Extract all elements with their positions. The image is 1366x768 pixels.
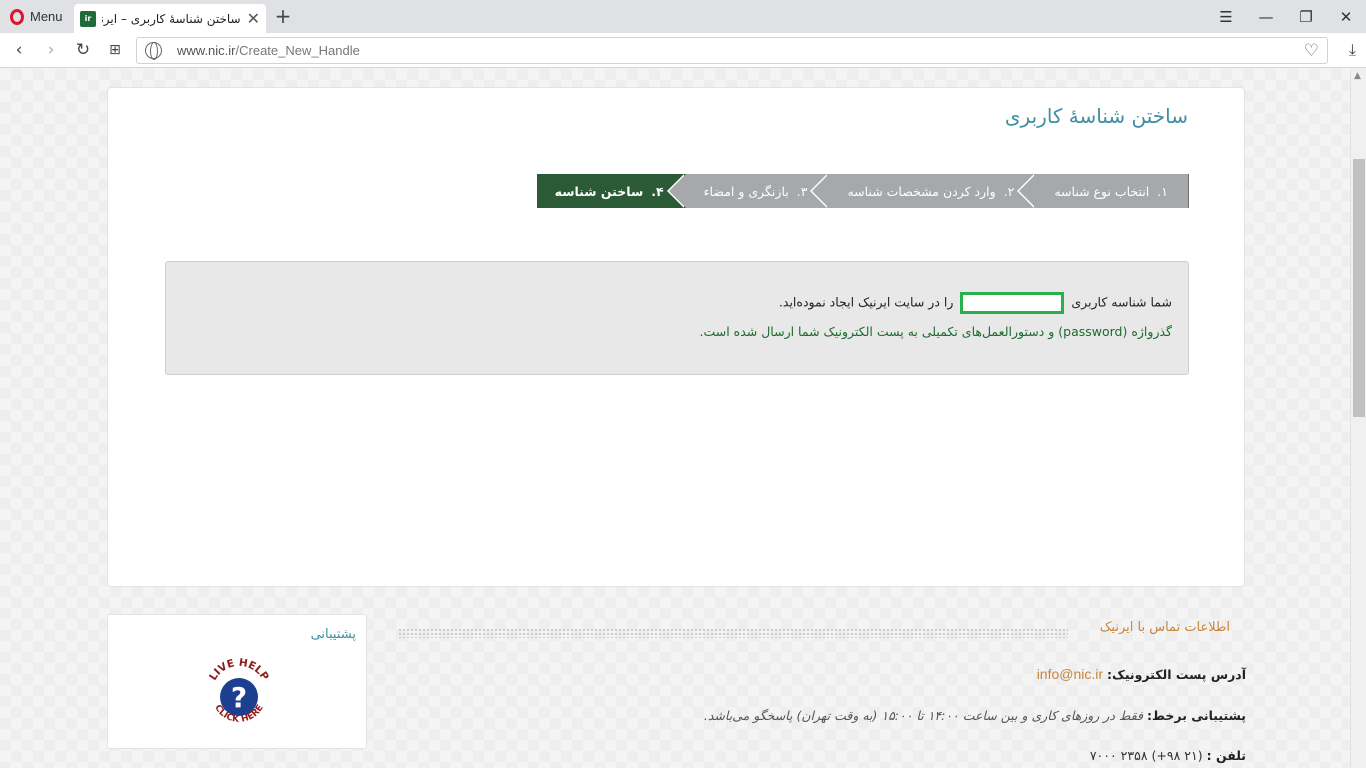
page-viewport: ساختن شناسهٔ کاربری ۱. انتخاب نوع شناسه … (0, 69, 1350, 768)
close-window-icon[interactable]: ✕ (1326, 0, 1366, 33)
dotted-divider (398, 628, 1068, 638)
step-create-handle: ۴. ساختن شناسه (536, 174, 686, 208)
download-icon[interactable]: ⤓ (1349, 40, 1356, 60)
address-bar[interactable]: www.nic.ir/Create_New_Handle ♡ (136, 37, 1328, 64)
scroll-thumb[interactable] (1353, 159, 1365, 417)
step-choose-type: ۱. انتخاب نوع شناسه (1017, 174, 1189, 208)
support-title: پشتیبانی (310, 627, 356, 642)
nic-favicon-icon: ir (80, 10, 96, 27)
scroll-up-arrow-icon[interactable]: ▲ (1354, 71, 1361, 81)
main-content-card: ساختن شناسهٔ کاربری ۱. انتخاب نوع شناسه … (107, 87, 1245, 587)
opera-logo-icon (10, 8, 24, 25)
tab-title: ساختن شناسهٔ کاربری – ایرنیک (102, 11, 241, 26)
password-sent-message: گذرواژه (password) و دستورالعمل‌های تکمی… (699, 324, 1172, 339)
forward-arrow-icon[interactable]: › (40, 40, 62, 60)
contact-phone-row: تلفن : (۲۱ ۹۸+) ۲۳۵۸ ۷۰۰۰ (1089, 748, 1246, 763)
contact-info-section: اطلاعات تماس با ایرنیک آدرس پست الکترونی… (390, 614, 1250, 768)
masked-handle-id (960, 292, 1065, 314)
speed-dial-grid-icon[interactable]: ⊞ (104, 40, 126, 60)
browser-nav-bar: ‹ › ↻ ⊞ www.nic.ir/Create_New_Handle ♡ ⤓ (0, 33, 1366, 68)
bookmark-heart-icon[interactable]: ♡ (1304, 41, 1319, 61)
window-controls: ☰ — ❐ ✕ (1206, 0, 1366, 33)
minimize-icon[interactable]: — (1246, 0, 1286, 33)
contact-email-link[interactable]: info@nic.ir (1037, 666, 1103, 682)
live-help-badge-icon[interactable]: ? LIVE HELP CLICK HERE (202, 657, 276, 737)
opera-menu-button[interactable]: Menu (4, 4, 68, 29)
tab-close-icon[interactable]: ✕ (247, 10, 260, 27)
contact-heading: اطلاعات تماس با ایرنیک (1099, 620, 1230, 635)
contact-support-row: پشتیبانی برخط: فقط در روزهای کاری و بین … (703, 708, 1246, 723)
support-card: پشتیبانی ? LIVE HELP CLICK HERE (107, 614, 367, 749)
page-title: ساختن شناسهٔ کاربری (1004, 104, 1188, 128)
browser-tab-bar: Menu ir ساختن شناسهٔ کاربری – ایرنیک ✕ +… (0, 0, 1366, 33)
step-review-sign: ۳. بازنگری و امضاء (666, 174, 830, 208)
new-tab-plus-icon[interactable]: + (272, 4, 294, 28)
globe-icon (145, 42, 162, 60)
reload-icon[interactable]: ↻ (72, 40, 94, 60)
browser-tab-active[interactable]: ir ساختن شناسهٔ کاربری – ایرنیک ✕ (74, 4, 266, 33)
step-enter-details: ۲. وارد کردن مشخصات شناسه (810, 174, 1037, 208)
easy-setup-icon[interactable]: ☰ (1206, 0, 1246, 33)
restore-icon[interactable]: ❐ (1286, 0, 1326, 33)
back-arrow-icon[interactable]: ‹ (8, 40, 30, 60)
success-message-line: شما شناسه کاربری را در سایت ایرنیک ایجاد… (779, 292, 1172, 314)
live-help-question-mark: ? (231, 681, 247, 714)
wizard-steps: ۱. انتخاب نوع شناسه ۲. وارد کردن مشخصات … (536, 174, 1189, 208)
success-message-box: شما شناسه کاربری را در سایت ایرنیک ایجاد… (165, 261, 1189, 375)
url-text[interactable]: www.nic.ir/Create_New_Handle (177, 43, 360, 58)
menu-label: Menu (30, 9, 63, 24)
contact-email-row: آدرس پست الکترونیک: info@nic.ir (1036, 666, 1246, 682)
page-scrollbar[interactable]: ▲ (1350, 69, 1366, 768)
